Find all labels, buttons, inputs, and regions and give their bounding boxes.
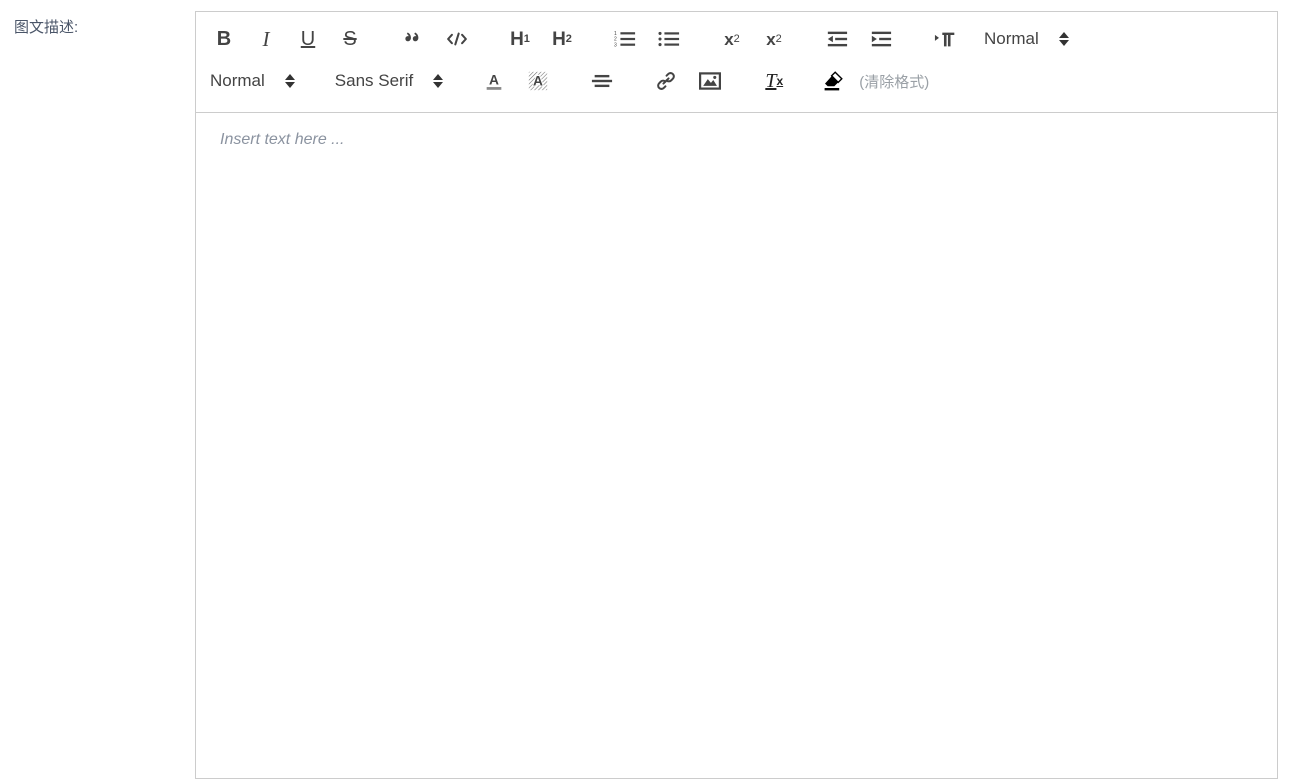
rich-text-editor: B I U S H 1 H 2 1 2 3 x 2 x 2 Normal Nor… — [195, 11, 1278, 779]
bullet-list-button[interactable] — [654, 25, 684, 53]
align-left-icon — [591, 72, 613, 90]
editor-placeholder: Insert text here ... — [220, 131, 345, 148]
indent-button[interactable] — [866, 25, 896, 53]
ordered-list-button[interactable]: 1 2 3 — [610, 25, 640, 53]
background-color-button[interactable]: A — [523, 67, 553, 95]
remove-format-x: x — [776, 74, 784, 88]
editor-toolbar: B I U S H 1 H 2 1 2 3 x 2 x 2 Normal Nor… — [195, 11, 1278, 113]
chevron-updown-icon — [433, 74, 444, 88]
bold-button[interactable]: B — [210, 25, 238, 53]
superscript-button[interactable]: x2 — [760, 25, 788, 53]
superscript-index: 2 — [775, 32, 782, 45]
background-color-icon: A — [527, 70, 549, 92]
insert-image-button[interactable] — [695, 67, 725, 95]
text-direction-icon — [934, 30, 958, 49]
align-format-select-value: Normal — [984, 29, 1039, 48]
svg-text:3: 3 — [614, 42, 617, 48]
clear-format-button[interactable] — [817, 67, 851, 95]
subscript-letter: x — [724, 29, 734, 49]
font-family-select[interactable]: Sans Serif — [334, 71, 444, 91]
header-1-level: 1 — [523, 32, 530, 45]
svg-text:A: A — [489, 73, 499, 88]
eraser-icon — [821, 69, 847, 93]
text-direction-button[interactable] — [930, 25, 962, 53]
outdent-button[interactable] — [822, 25, 852, 53]
image-icon — [699, 71, 722, 91]
bullet-list-icon — [658, 30, 680, 48]
font-size-select-value: Normal — [210, 71, 265, 90]
field-label-image-text-description: 图文描述: — [14, 19, 79, 36]
font-size-select[interactable]: Normal — [210, 71, 295, 91]
font-color-button[interactable]: A — [479, 67, 509, 95]
toolbar-row-1: B I U S H 1 H 2 1 2 3 x 2 x 2 Normal — [196, 18, 1277, 60]
subscript-button[interactable]: x2 — [718, 25, 746, 53]
font-color-icon: A — [483, 70, 505, 92]
strikethrough-button[interactable]: S — [336, 25, 364, 53]
align-button[interactable] — [587, 67, 617, 95]
header-2-button[interactable]: H2 — [548, 25, 576, 53]
font-family-select-value: Sans Serif — [334, 71, 414, 90]
superscript-letter: x — [766, 29, 776, 49]
ordered-list-icon: 1 2 3 — [614, 30, 636, 48]
page-root: 图文描述: B I U S H 1 H 2 1 2 3 x 2 x 2 Norm… — [0, 0, 1293, 783]
toolbar-row-2: Normal Sans Serif A A T x (清除格式) — [196, 60, 1277, 102]
subscript-index: 2 — [733, 32, 740, 45]
quote-icon — [402, 28, 424, 50]
clear-format-hint: (清除格式) — [859, 73, 930, 91]
header-2-level: 2 — [565, 32, 572, 45]
code-icon — [446, 30, 468, 48]
header-1-letter: H — [510, 28, 524, 50]
header-2-letter: H — [552, 28, 566, 50]
code-block-button[interactable] — [442, 25, 472, 53]
link-icon — [655, 70, 677, 92]
header-1-button[interactable]: H1 — [506, 25, 534, 53]
chevron-updown-icon — [1058, 32, 1069, 46]
remove-format-button[interactable]: Tx — [759, 67, 787, 95]
insert-link-button[interactable] — [651, 67, 681, 95]
outdent-icon — [826, 30, 848, 48]
indent-icon — [870, 30, 892, 48]
blockquote-button[interactable] — [398, 25, 428, 53]
align-format-select[interactable]: Normal — [984, 29, 1069, 49]
remove-format-letter: T — [765, 70, 777, 92]
underline-button[interactable]: U — [294, 25, 322, 53]
editor-content-area[interactable]: Insert text here ... — [195, 113, 1278, 779]
svg-text:A: A — [533, 74, 543, 89]
chevron-updown-icon — [284, 74, 295, 88]
italic-button[interactable]: I — [252, 25, 280, 53]
